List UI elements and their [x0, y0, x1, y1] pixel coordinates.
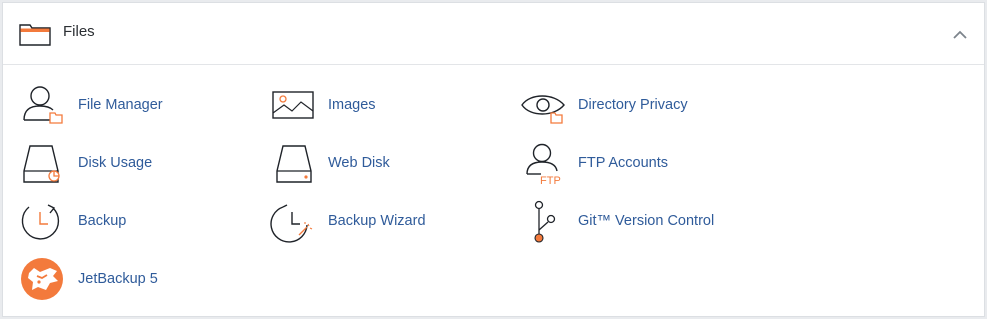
- web-disk-icon: [276, 145, 312, 183]
- chevron-up-icon[interactable]: [950, 25, 970, 45]
- file-manager-link[interactable]: File Manager: [20, 83, 250, 127]
- directory-privacy-link[interactable]: Directory Privacy: [520, 83, 750, 127]
- images-label: Images: [328, 97, 376, 113]
- backup-wizard-label: Backup Wizard: [328, 213, 426, 229]
- jetbackup-icon: [21, 258, 63, 300]
- backup-wizard-icon: [270, 204, 313, 243]
- files-panel: Files File Manager Images Directory Priv…: [2, 2, 985, 317]
- ftp-accounts-icon: FTP: [526, 143, 561, 185]
- file-manager-label: File Manager: [78, 97, 163, 113]
- ftp-accounts-label: FTP Accounts: [578, 155, 668, 171]
- directory-privacy-label: Directory Privacy: [578, 97, 688, 113]
- backup-wizard-link[interactable]: Backup Wizard: [270, 199, 500, 243]
- images-link[interactable]: Images: [270, 83, 500, 127]
- svg-text:FTP: FTP: [540, 175, 561, 185]
- disk-usage-label: Disk Usage: [78, 155, 153, 171]
- web-disk-label: Web Disk: [328, 155, 390, 171]
- disk-usage-link[interactable]: Disk Usage: [20, 141, 250, 185]
- file-manager-icon: [23, 86, 63, 124]
- git-icon: [534, 200, 556, 243]
- backup-label: Backup: [78, 213, 127, 229]
- git-version-control-label: Git™ Version Control: [578, 213, 715, 229]
- git-version-control-link[interactable]: Git™ Version Control: [520, 199, 750, 243]
- panel-title: Files: [63, 23, 95, 40]
- panel-header[interactable]: Files: [3, 3, 984, 65]
- disk-usage-icon: [23, 145, 60, 183]
- ftp-accounts-link[interactable]: FTP FTP Accounts: [520, 141, 750, 185]
- backup-link[interactable]: Backup: [20, 199, 250, 243]
- jetbackup-link[interactable]: JetBackup 5: [20, 257, 250, 301]
- backup-icon: [21, 204, 60, 240]
- images-icon: [272, 91, 314, 119]
- web-disk-link[interactable]: Web Disk: [270, 141, 500, 185]
- folder-icon: [19, 24, 51, 46]
- jetbackup-label: JetBackup 5: [78, 271, 158, 287]
- directory-privacy-icon: [521, 95, 565, 124]
